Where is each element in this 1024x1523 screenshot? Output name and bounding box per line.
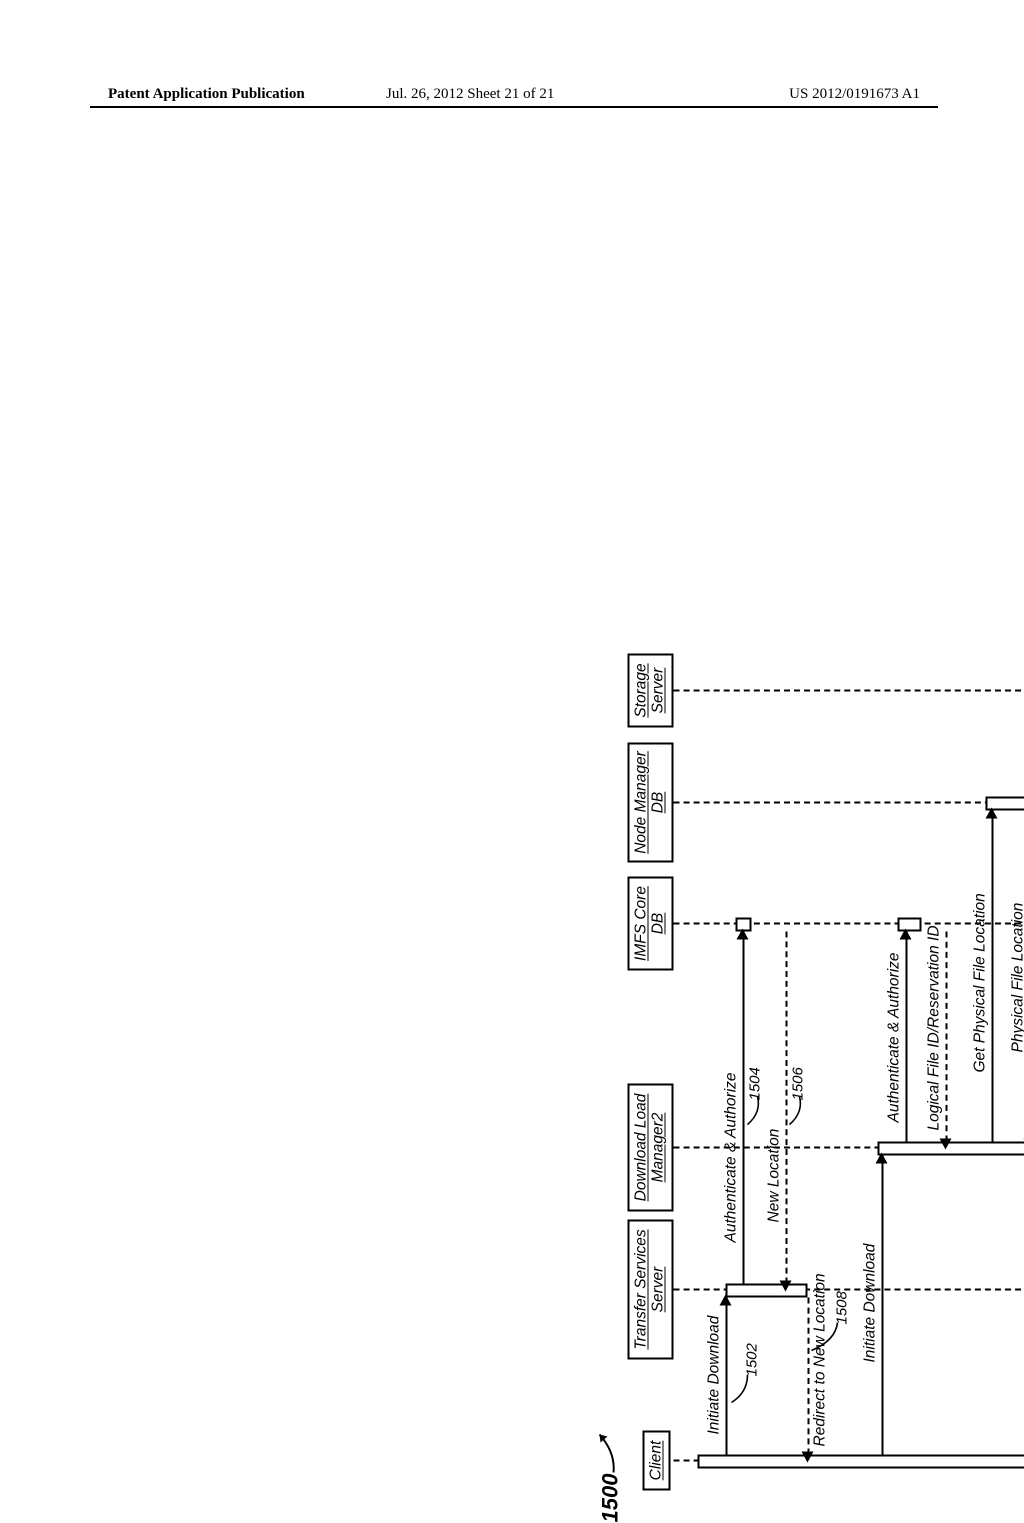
lifeline-storage-l2: Server [650,668,667,714]
arrow-m5 [882,1156,884,1455]
lifeline-imfs-l1: IMFS Core [633,886,650,961]
lifeline-tss-l1: Transfer Services [633,1229,650,1349]
sequence-diagram: 1500 Client Transfer Services Server Dow… [598,583,1024,1523]
arrowhead-m1 [720,1295,732,1306]
lifeline-tss-l2: Server [650,1267,667,1313]
msg-get-phys-loc: Get Physical File Location [972,893,990,1072]
arrow-m7 [946,932,948,1142]
lifeline-nm-l1: Node Manager [633,751,650,854]
arrowhead-m4 [802,1452,814,1463]
lifeline-dash-nm [674,802,1024,804]
callout-line-1504 [746,1099,764,1127]
lifeline-client: Client [643,1431,671,1491]
msg-initiate-download-2: Initiate Download [862,1244,880,1363]
hdr-rule [90,106,938,108]
arrowhead-m8 [986,808,998,819]
arrowhead-m5 [876,1153,888,1164]
callout-line-1508 [810,1325,840,1353]
arrowhead-m2 [737,929,749,940]
activation-client [698,1455,1024,1469]
arrowhead-m7 [940,1139,952,1150]
arrow-m8 [992,811,994,1142]
hdr-docket: US 2012/0191673 A1 [789,86,920,103]
lifeline-storage-l1: Storage [633,663,650,717]
hdr-publication: Patent Application Publication [108,86,305,103]
lifeline-download-load-manager: Download Load Manager2 [628,1084,674,1212]
callout-line-1506 [788,1099,806,1127]
lifeline-imfs-core: IMFS Core DB [628,877,674,971]
lifeline-storage-server: Storage Server [628,654,674,728]
lifeline-dlm-l1: Download Load [633,1094,650,1202]
msg-initiate-download-1: Initiate Download [706,1316,724,1435]
lifeline-transfer-services: Transfer Services Server [628,1220,674,1360]
msg-new-location: New Location [766,1129,784,1223]
arrow-m6 [906,932,908,1142]
msg-auth-1: Authenticate & Authorize [723,1072,741,1242]
msg-auth-2: Authenticate & Authorize [886,952,904,1122]
lifeline-nm-l2: DB [650,792,667,814]
lifeline-node-manager: Node Manager DB [628,743,674,863]
msg-redirect: Redirect to New Location [812,1273,830,1446]
lifeline-dlm-l2: Manager2 [650,1113,667,1183]
lifeline-dash-storage [674,690,1024,692]
arrowhead-m3 [780,1281,792,1292]
arrow-m1 [726,1298,728,1455]
lifeline-client-label: Client [648,1441,665,1481]
diagram-wrapper: 1500 Client Transfer Services Server Dow… [598,583,1024,1523]
figure-ref-num: 1500 [598,1474,624,1523]
figure-ref-arrow [592,1423,622,1473]
msg-phys-loc: Physical File Location [1010,903,1024,1053]
hdr-sheet: Jul. 26, 2012 Sheet 21 of 21 [386,86,554,103]
arrowhead-m6 [900,929,912,940]
activation-tss [726,1284,808,1298]
msg-logical-file-id: Logical File ID/Reservation ID [926,925,944,1130]
lifeline-imfs-l2: DB [650,913,667,935]
arrow-m2 [743,932,745,1284]
callout-line-1502 [730,1377,750,1405]
